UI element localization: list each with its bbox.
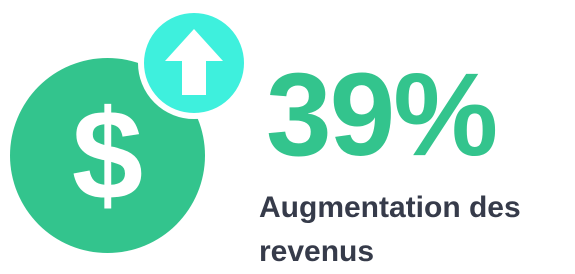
arrow-up-icon [165,29,223,95]
revenue-graphic: $ [0,0,260,262]
increase-badge [138,7,250,119]
stat-caption: Augmentation des revenus [259,191,521,268]
stat-value: 39% [266,49,498,181]
